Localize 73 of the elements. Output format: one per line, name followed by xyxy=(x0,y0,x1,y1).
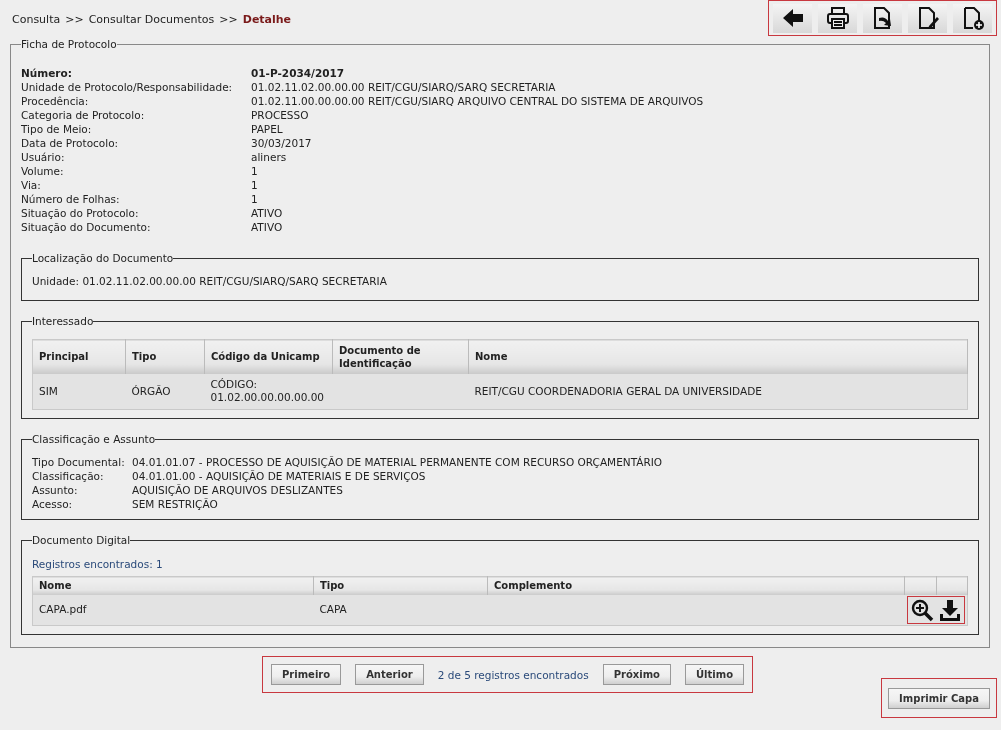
field-label: Número de Folhas: xyxy=(21,192,121,206)
field-value: 01.02.11.00.00.00.00 REIT/CGU/SIARQ ARQUIVO CENTRAL DO SISTEMA DE ARQUIVOS xyxy=(251,94,704,108)
field-value: 1 xyxy=(251,164,258,178)
field-value: AQUISIÇÃO DE ARQUIVOS DESLIZANTES xyxy=(132,483,343,497)
table-cell: ÓRGÃO xyxy=(125,373,205,410)
column-header: Código da Unicamp xyxy=(204,339,333,374)
field-value: 01-P-2034/2017 xyxy=(251,66,345,80)
zoom-in-icon xyxy=(910,597,934,622)
field-label: Situação do Protocolo: xyxy=(21,206,140,220)
field-label: Situação do Documento: xyxy=(21,220,152,234)
pager-button[interactable]: Último xyxy=(684,664,744,685)
print-button[interactable] xyxy=(818,3,857,33)
field-value: 30/03/2017 xyxy=(251,136,312,150)
table-cell: REIT/CGU COORDENADORIA GERAL DA UNIVERSIDADE xyxy=(468,373,968,410)
field-label: Via: xyxy=(21,178,42,192)
field-label: Data de Protocolo: xyxy=(21,136,120,150)
pager-button[interactable]: Próximo xyxy=(602,664,671,685)
field-value: SEM RESTRIÇÃO xyxy=(132,497,218,511)
field-value: 1 xyxy=(251,192,258,206)
table-cell: SIM xyxy=(32,373,126,410)
pager-button[interactable]: Anterior xyxy=(355,664,424,685)
field-label: Assunto: xyxy=(32,483,79,497)
back-button[interactable] xyxy=(773,3,812,33)
table-cell: CÓDIGO: 01.02.00.00.00.00.00 xyxy=(204,373,333,410)
field-label: Acesso: xyxy=(32,497,74,511)
records-count: Registros encontrados: 1 xyxy=(32,558,164,570)
section-legend: Interessado xyxy=(32,315,94,327)
field-value: 04.01.01.07 - PROCESSO DE AQUISIÇÃO DE MATERIAL PERMANENTE COM RECURSO ORÇAMENTÁRIO xyxy=(132,455,663,469)
print-cover-button[interactable]: Imprimir Capa xyxy=(888,687,990,709)
column-header: Documento de Identificação xyxy=(332,339,469,374)
field-value: ATIVO xyxy=(251,220,283,234)
column-header: Nome xyxy=(468,339,968,374)
table-cell: CAPA xyxy=(313,594,488,625)
field-value: PROCESSO xyxy=(251,108,309,122)
section-legend: Ficha de Protocolo xyxy=(21,38,117,50)
edit-document-button[interactable] xyxy=(908,3,947,33)
field-label: Unidade de Protocolo/Responsabilidade: xyxy=(21,80,234,94)
breadcrumb-item: Detalhe xyxy=(242,12,292,26)
breadcrumb-item[interactable]: Consulta xyxy=(12,12,61,26)
add-document-button[interactable] xyxy=(953,3,992,33)
field-label: Usuário: xyxy=(21,150,66,164)
table-cell: CAPA.pdf xyxy=(32,594,314,625)
forward-document-button[interactable] xyxy=(863,3,902,33)
field-value: ATIVO xyxy=(251,206,283,220)
field-label: Volume: xyxy=(21,164,65,178)
column-header: Nome xyxy=(32,576,314,595)
field-label: Número: xyxy=(21,66,73,80)
printer-icon xyxy=(825,6,850,30)
field-label: Classificação: xyxy=(32,469,105,483)
breadcrumb-separator: >> xyxy=(219,12,238,26)
field-value: aliners xyxy=(251,150,287,164)
field-label: Tipo de Meio: xyxy=(21,122,93,136)
pager-status: 2 de 5 registros encontrados xyxy=(437,668,589,681)
column-header: Tipo xyxy=(125,339,205,374)
field-label: Tipo Documental: xyxy=(32,455,126,469)
field-value: 01.02.11.02.00.00.00 REIT/CGU/SIARQ/SARQ SECRETARIA xyxy=(82,274,387,288)
section-legend: Documento Digital xyxy=(32,534,131,546)
field-value: 04.01.01.00 - AQUISIÇÃO DE MATERIAIS E DE SERVIÇOS xyxy=(132,469,426,483)
section-legend: Localização do Documento xyxy=(32,252,174,264)
column-header: Tipo xyxy=(313,576,488,595)
download-icon xyxy=(938,597,962,622)
breadcrumb-separator: >> xyxy=(65,12,84,26)
breadcrumb-item[interactable]: Consultar Documentos xyxy=(88,12,215,26)
field-label: Procedência: xyxy=(21,94,90,108)
field-value: PAPEL xyxy=(251,122,283,136)
field-label: Categoria de Protocolo: xyxy=(21,108,146,122)
section-legend: Classificação e Assunto xyxy=(32,433,156,445)
column-header: Principal xyxy=(32,339,126,374)
field-label: Unidade: xyxy=(32,274,80,288)
column-header: Complemento xyxy=(487,576,905,595)
field-value: 01.02.11.02.00.00.00 REIT/CGU/SIARQ/SARQ SECRETARIA xyxy=(251,80,556,94)
field-value: 1 xyxy=(251,178,258,192)
pager-button[interactable]: Primeiro xyxy=(271,664,342,685)
